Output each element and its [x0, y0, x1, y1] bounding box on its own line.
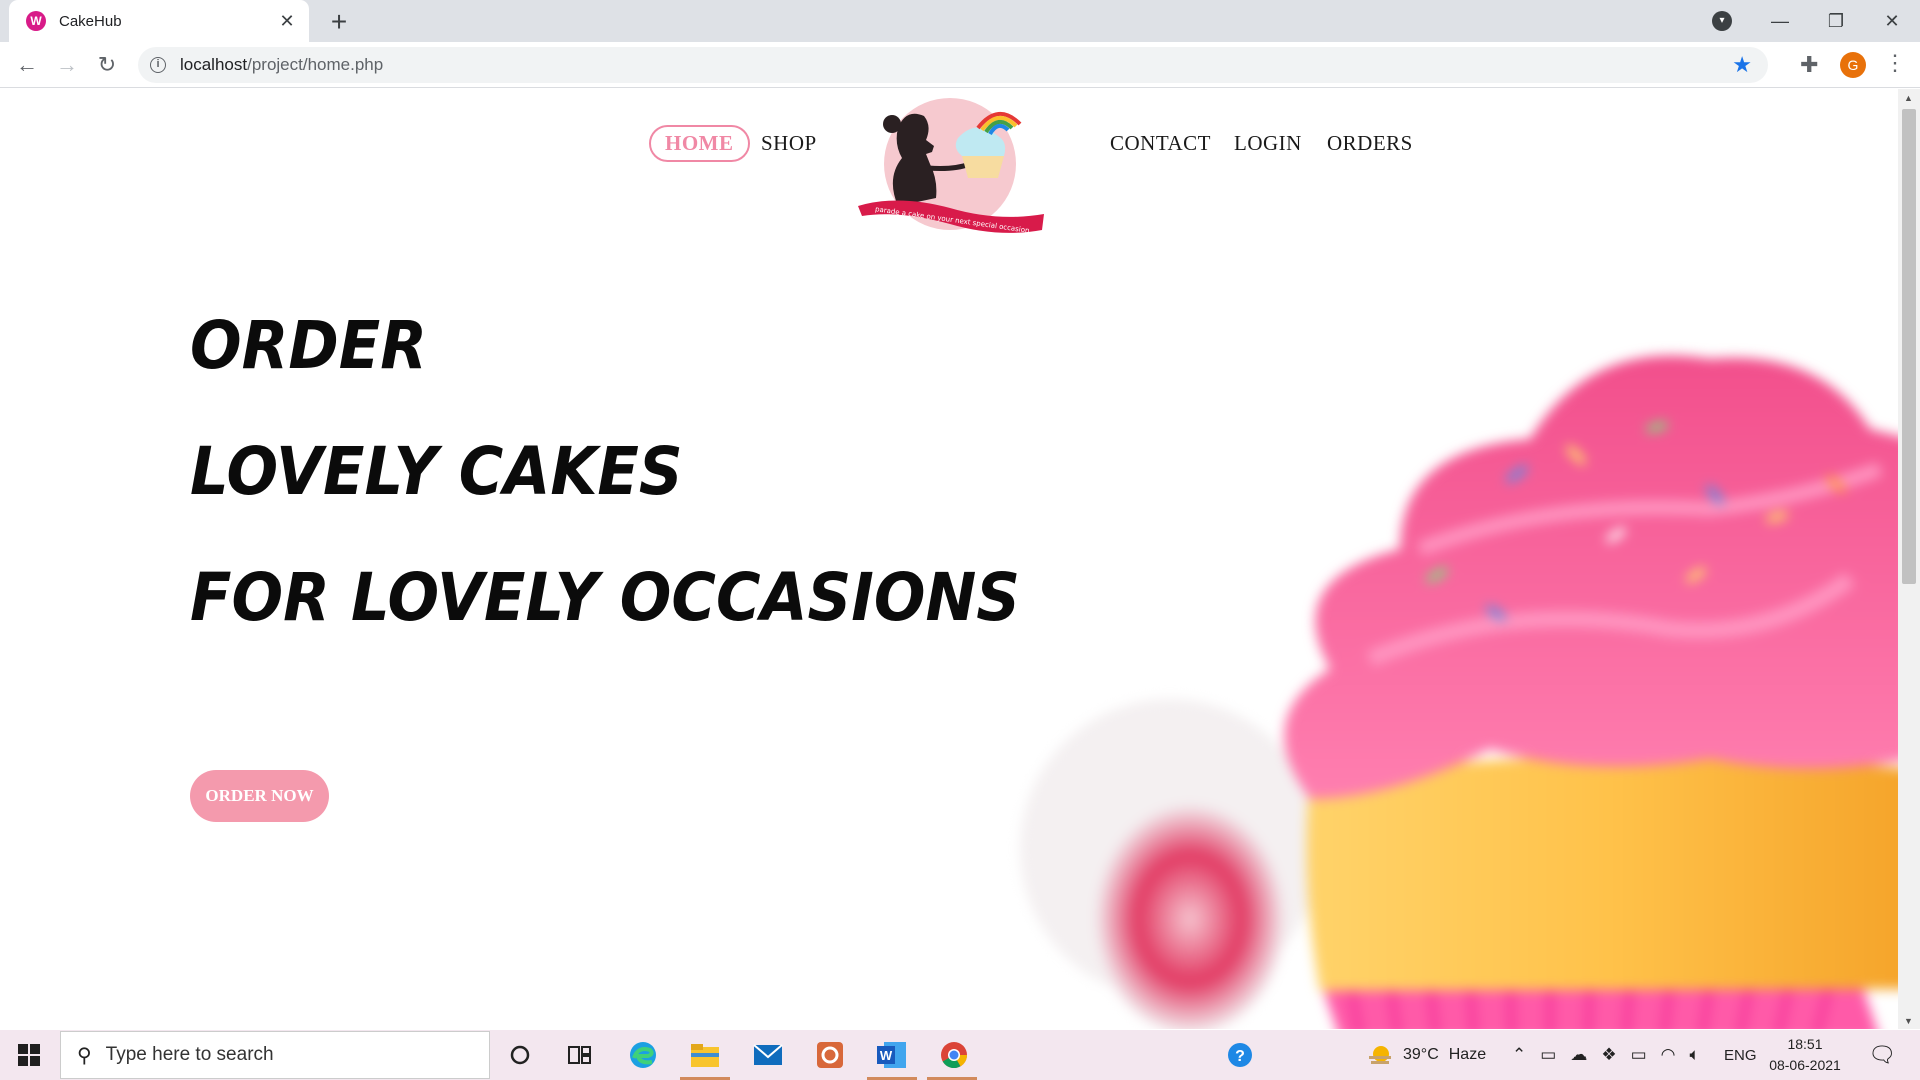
- close-window-icon[interactable]: ✕: [1864, 11, 1920, 32]
- chrome-icon[interactable]: [937, 1038, 971, 1072]
- new-tab-button[interactable]: +: [324, 6, 354, 38]
- system-tray: ⌃ ▭ ☁ ❖ ▭ ◠ 🔈︎: [1512, 1030, 1700, 1080]
- windows-taskbar: ⚲ Type here to search W ? 39°C Haze ⌃ ▭ …: [0, 1030, 1920, 1080]
- tab-close-icon[interactable]: ✕: [277, 11, 297, 32]
- volume-icon[interactable]: 🔈︎: [1689, 1045, 1699, 1065]
- wifi-icon[interactable]: ◠: [1661, 1045, 1676, 1065]
- page-scrollbar[interactable]: ▲ ▼: [1898, 89, 1920, 1029]
- favicon-icon: W: [26, 11, 46, 31]
- meet-now-icon[interactable]: ▭: [1540, 1045, 1556, 1065]
- nav-contact[interactable]: CONTACT: [1110, 131, 1211, 156]
- tab-title: CakeHub: [59, 12, 122, 30]
- taskbar-clock[interactable]: 18:51 08-06-2021: [1760, 1034, 1850, 1076]
- language-indicator[interactable]: ENG: [1724, 1030, 1757, 1080]
- hero-line-3: FOR LOVELY OCCASIONS: [190, 559, 1021, 636]
- extensions-puzzle-icon[interactable]: ✚: [1800, 52, 1818, 78]
- bookmark-star-icon[interactable]: ★: [1732, 52, 1752, 78]
- order-now-button[interactable]: ORDER NOW: [190, 770, 329, 822]
- search-icon: ⚲: [77, 1044, 92, 1067]
- cupcake-hero-image: [1020, 355, 1898, 1029]
- notification-center-icon[interactable]: 🗨︎: [1868, 1030, 1896, 1080]
- weather-temp: 39°C: [1403, 1046, 1439, 1063]
- edge-browser-icon[interactable]: [626, 1038, 660, 1072]
- hero-line-1: ORDER: [190, 307, 428, 384]
- clock-date: 08-06-2021: [1769, 1057, 1841, 1073]
- file-explorer-icon[interactable]: [688, 1038, 722, 1072]
- office-app-icon[interactable]: [813, 1038, 847, 1072]
- clock-time: 18:51: [1787, 1036, 1823, 1052]
- mail-icon[interactable]: [751, 1038, 785, 1072]
- taskbar-search-input[interactable]: ⚲ Type here to search: [60, 1031, 490, 1079]
- restore-icon[interactable]: ❐: [1808, 11, 1864, 32]
- profile-avatar[interactable]: G: [1840, 52, 1866, 78]
- dropbox-icon[interactable]: ❖: [1601, 1045, 1616, 1065]
- browser-tab-bar: W CakeHub ✕ + ▾ — ❐ ✕: [0, 0, 1920, 42]
- scroll-thumb[interactable]: [1902, 109, 1916, 584]
- address-bar[interactable]: i localhost/project/home.php ★: [138, 47, 1768, 83]
- battery-icon[interactable]: ▭: [1631, 1045, 1647, 1065]
- tab-search-icon[interactable]: ▾: [1712, 11, 1732, 31]
- nav-shop[interactable]: SHOP: [761, 131, 817, 156]
- word-icon[interactable]: W: [875, 1038, 909, 1072]
- svg-text:?: ?: [1235, 1048, 1245, 1065]
- weather-widget[interactable]: 39°C Haze: [1367, 1030, 1486, 1080]
- page-viewport: HOME SHOP CONTACT LOGIN ORDERS parade a …: [0, 89, 1898, 1029]
- nav-orders[interactable]: ORDERS: [1327, 131, 1413, 156]
- task-view-icon[interactable]: [563, 1038, 597, 1072]
- url-host: localhost: [180, 55, 248, 74]
- nav-login[interactable]: LOGIN: [1234, 131, 1302, 156]
- hero-line-2: LOVELY CAKES: [190, 433, 683, 510]
- svg-text:W: W: [880, 1048, 893, 1063]
- back-icon[interactable]: ←: [12, 50, 42, 80]
- window-controls: — ❐ ✕: [1752, 0, 1920, 42]
- reload-icon[interactable]: ↻: [92, 50, 122, 80]
- minimize-icon[interactable]: —: [1752, 11, 1808, 32]
- onedrive-icon[interactable]: ☁: [1570, 1045, 1587, 1065]
- nav-home[interactable]: HOME: [649, 125, 750, 162]
- haze-weather-icon: [1369, 1046, 1391, 1064]
- help-icon[interactable]: ?: [1223, 1038, 1257, 1072]
- scroll-down-icon[interactable]: ▼: [1904, 1016, 1913, 1026]
- tray-overflow-chevron-icon[interactable]: ⌃: [1512, 1045, 1526, 1065]
- url-path: /project/home.php: [247, 55, 384, 74]
- weather-desc: Haze: [1448, 1046, 1487, 1063]
- scroll-up-icon[interactable]: ▲: [1904, 93, 1913, 103]
- browser-menu-icon[interactable]: ⋮: [1884, 50, 1906, 76]
- cakehub-logo[interactable]: parade a cake on your next special occas…: [858, 98, 1048, 238]
- site-info-icon[interactable]: i: [150, 57, 166, 73]
- browser-toolbar: ← → ↻ i localhost/project/home.php ★: [0, 42, 1920, 88]
- taskbar-search-placeholder: Type here to search: [105, 1044, 274, 1065]
- windows-start-icon[interactable]: [0, 1030, 58, 1080]
- cortana-icon[interactable]: [503, 1038, 537, 1072]
- forward-icon[interactable]: →: [52, 50, 82, 80]
- browser-tab[interactable]: W CakeHub ✕: [9, 0, 309, 42]
